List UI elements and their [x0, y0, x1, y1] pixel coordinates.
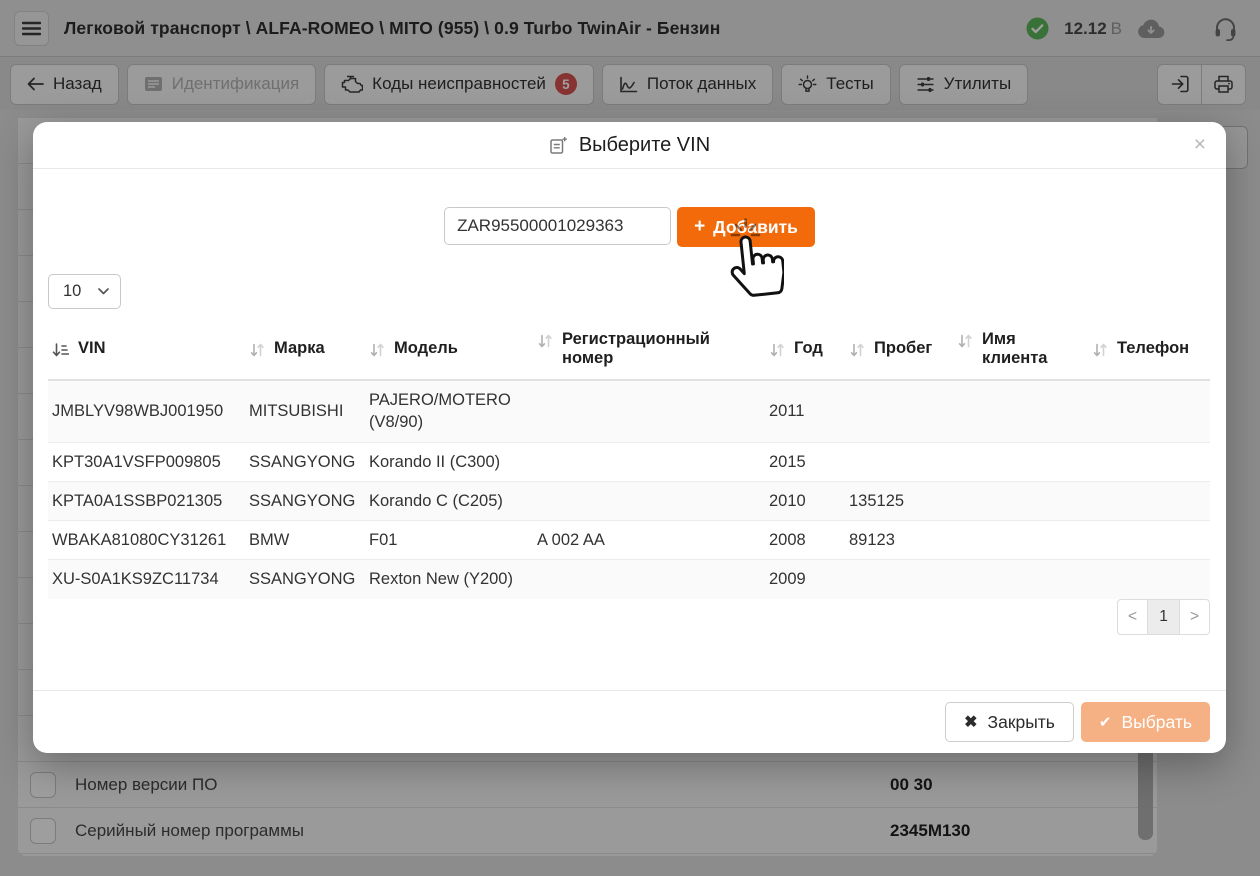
sort-icon [249, 342, 265, 358]
col-header-mileage[interactable]: Пробег [845, 318, 953, 380]
modal-header: Выберите VIN × [33, 122, 1226, 169]
close-icon[interactable]: × [1190, 130, 1210, 159]
page-next-button[interactable]: > [1179, 599, 1210, 635]
vin-row[interactable]: KPTA0A1SSBP021305SSANGYONG Korando C (C2… [48, 481, 1210, 520]
x-icon: ✖ [964, 712, 977, 732]
add-document-icon [549, 136, 568, 155]
sort-icon [537, 333, 553, 349]
sort-active-icon [52, 342, 69, 358]
col-header-make[interactable]: Марка [245, 318, 365, 380]
col-header-model[interactable]: Модель [365, 318, 533, 380]
add-vin-button[interactable]: + Добавить [677, 207, 815, 247]
vin-input[interactable] [444, 207, 671, 245]
page-prev-button[interactable]: < [1117, 599, 1148, 635]
check-icon: ✔ [1099, 713, 1112, 731]
vin-row[interactable]: WBAKA81080CY31261BMW F01A 002 AA 2008891… [48, 521, 1210, 560]
col-header-client[interactable]: Имя клиента [953, 318, 1088, 380]
sort-icon [957, 333, 973, 349]
sort-icon [369, 342, 385, 358]
col-header-phone[interactable]: Телефон [1088, 318, 1210, 380]
pagination: < 1 > [1117, 599, 1210, 635]
close-modal-button[interactable]: ✖ Закрыть [945, 702, 1074, 742]
modal-footer: ✖ Закрыть ✔ Выбрать [33, 690, 1226, 753]
sort-icon [769, 342, 785, 358]
chevron-down-icon [98, 288, 109, 295]
col-header-year[interactable]: Год [765, 318, 845, 380]
table-header-row: VIN Марка Модель [48, 318, 1210, 380]
select-vin-modal: Выберите VIN × + Добавить 10 [33, 122, 1226, 753]
vin-row[interactable]: XU-S0A1KS9ZC11734SSANGYONG Rexton New (Y… [48, 560, 1210, 599]
vin-add-row: + Добавить [33, 207, 1226, 247]
vin-row[interactable]: KPT30A1VSFP009805SSANGYONG Korando II (C… [48, 442, 1210, 481]
modal-title: Выберите VIN [579, 134, 710, 157]
sort-icon [1092, 342, 1108, 358]
vin-table: VIN Марка Модель [48, 318, 1210, 599]
sort-icon [849, 342, 865, 358]
col-header-regnumber[interactable]: Регистрационный номер [533, 318, 765, 380]
plus-icon: + [694, 216, 705, 238]
col-header-vin[interactable]: VIN [48, 318, 245, 380]
vin-row[interactable]: JMBLYV98WBJ001950MITSUBISHI PAJERO/MOTER… [48, 380, 1210, 442]
select-vin-button: ✔ Выбрать [1081, 702, 1210, 742]
page-current[interactable]: 1 [1147, 599, 1180, 635]
page-size-select[interactable]: 10 [48, 274, 121, 309]
